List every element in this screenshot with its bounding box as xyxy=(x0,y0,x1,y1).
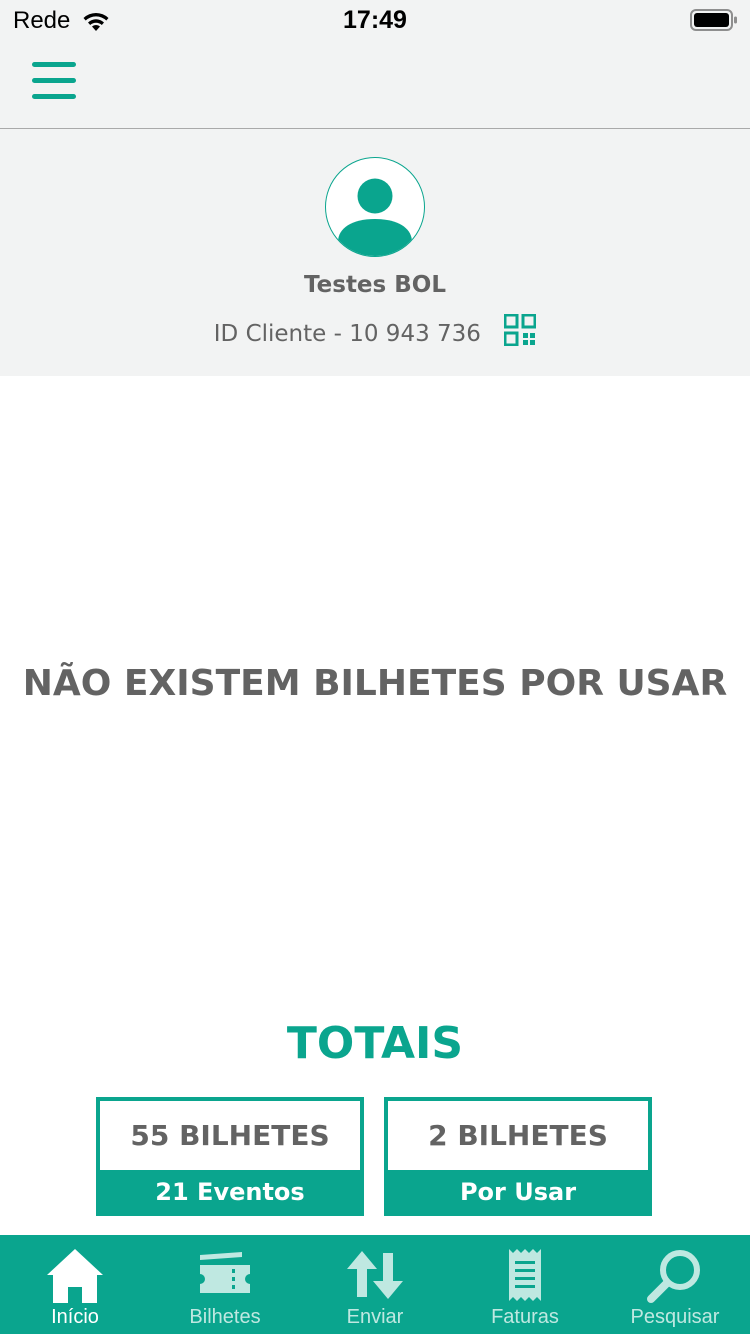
tab-label: Pesquisar xyxy=(630,1306,720,1328)
nav-bar xyxy=(0,40,750,129)
tab-bilhetes[interactable]: Bilhetes xyxy=(150,1235,300,1334)
tab-label: Início xyxy=(51,1306,99,1328)
status-bar: Rede 17:49 xyxy=(0,0,750,40)
tab-bar: Início Bilhetes Enviar Faturas Pesquisar xyxy=(0,1235,750,1334)
total-tickets-card[interactable]: 55 BILHETES 21 Eventos xyxy=(96,1097,364,1216)
client-id-row: ID Cliente - 10 943 736 xyxy=(0,314,750,347)
tab-label: Faturas xyxy=(491,1306,559,1328)
transfer-arrows-icon xyxy=(347,1251,403,1299)
profile-header: Testes BOL ID Cliente - 10 943 736 xyxy=(0,129,750,376)
tab-enviar[interactable]: Enviar xyxy=(300,1235,450,1334)
ticket-icon xyxy=(200,1252,250,1293)
qr-code-icon[interactable] xyxy=(504,314,537,346)
unused-tickets-card[interactable]: 2 BILHETES Por Usar xyxy=(384,1097,652,1216)
empty-tickets-message: NÃO EXISTEM BILHETES POR USAR xyxy=(22,663,728,704)
home-icon xyxy=(47,1249,103,1303)
unused-tickets-count: 2 BILHETES xyxy=(388,1101,648,1170)
totals-title: TOTAIS xyxy=(286,1018,464,1069)
profile-name: Testes BOL xyxy=(304,272,446,298)
client-id: ID Cliente - 10 943 736 xyxy=(213,321,481,347)
status-time: 17:49 xyxy=(343,6,407,34)
search-icon xyxy=(647,1250,700,1303)
tab-label: Enviar xyxy=(346,1306,404,1328)
hamburger-menu-icon[interactable] xyxy=(30,60,78,104)
tab-faturas[interactable]: Faturas xyxy=(450,1235,600,1334)
receipt-icon xyxy=(509,1249,541,1301)
user-avatar-icon[interactable] xyxy=(325,157,425,257)
battery-icon xyxy=(690,9,737,31)
tab-inicio[interactable]: Início xyxy=(0,1235,150,1334)
total-tickets-count: 55 BILHETES xyxy=(100,1101,360,1170)
unused-tickets-label: Por Usar xyxy=(459,1178,577,1206)
total-events-count: 21 Eventos xyxy=(155,1178,305,1206)
tab-pesquisar[interactable]: Pesquisar xyxy=(600,1235,750,1334)
tab-label: Bilhetes xyxy=(189,1306,261,1328)
